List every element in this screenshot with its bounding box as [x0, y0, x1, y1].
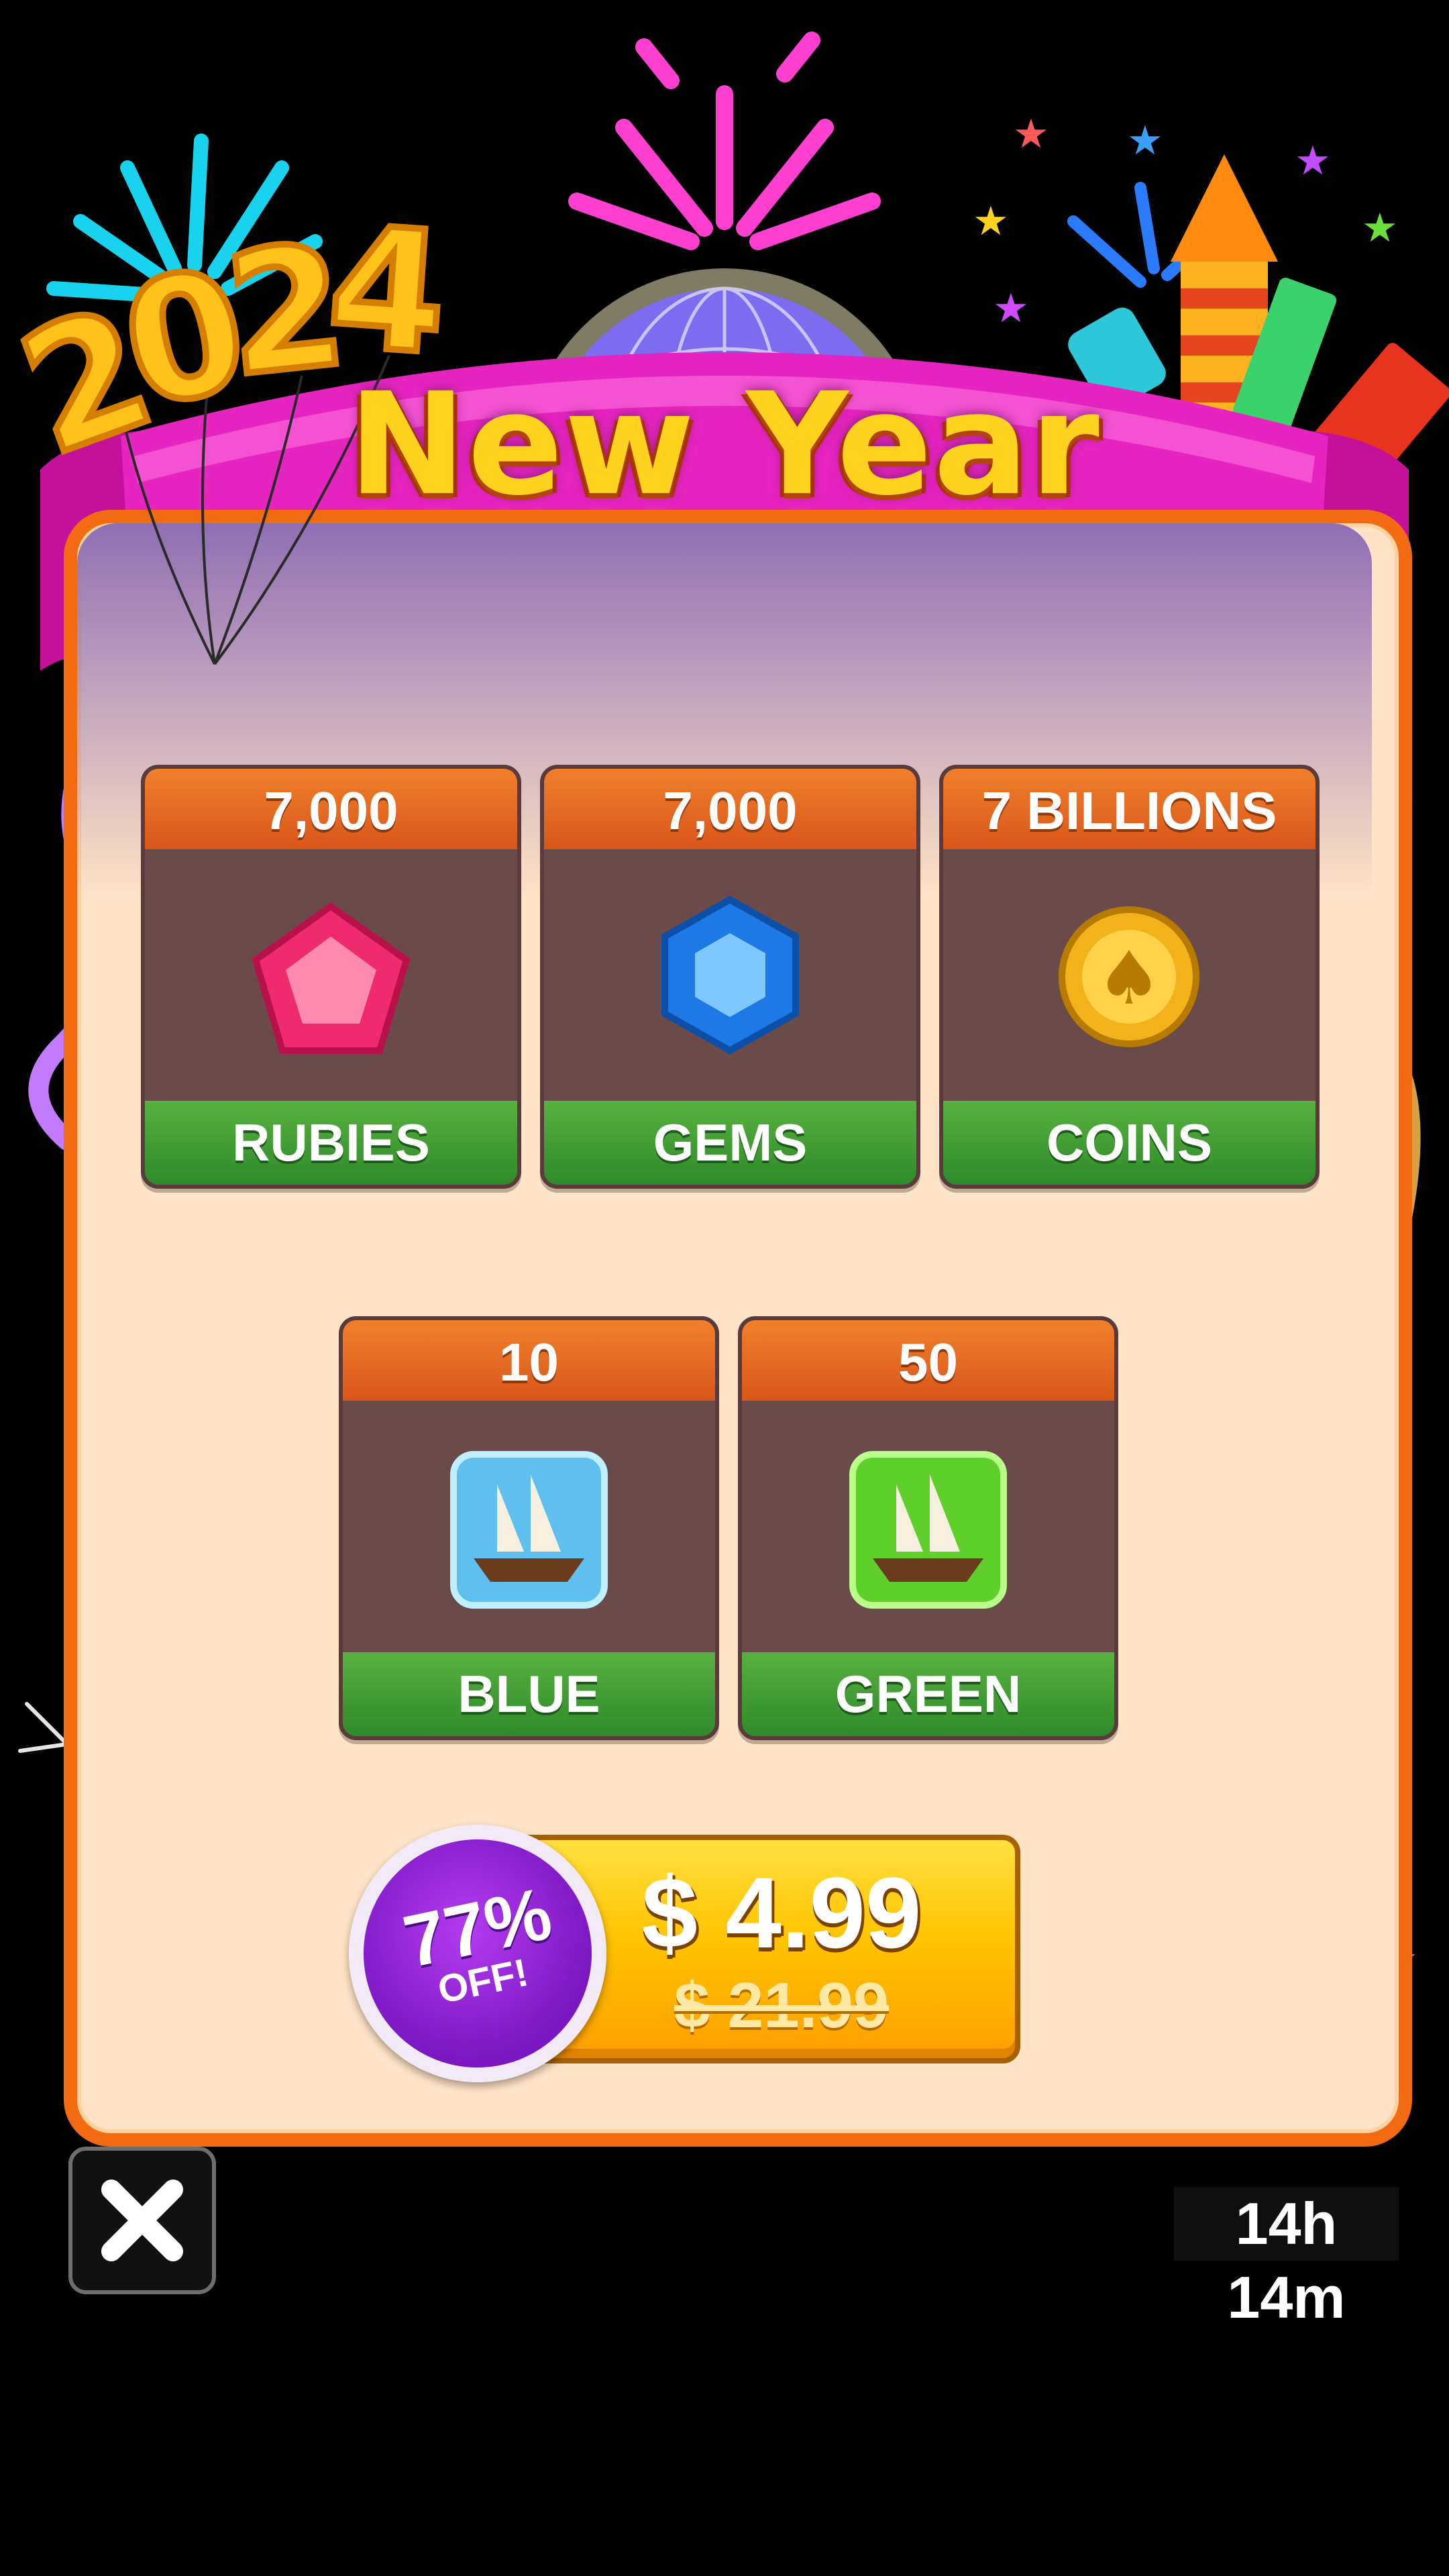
svg-text:★: ★: [973, 198, 1009, 245]
svg-text:★: ★: [993, 285, 1029, 332]
firework-magenta-icon: [568, 32, 881, 250]
svg-text:★: ★: [1362, 205, 1398, 252]
reward-card-coins: 7 BILLIONS ♠ COINS: [939, 765, 1320, 1189]
reward-label: RUBIES: [145, 1101, 517, 1185]
reward-card-rubies: 7,000 RUBIES: [141, 765, 521, 1189]
firework-blue-icon: [1067, 182, 1247, 288]
ruby-icon: [252, 902, 411, 1054]
reward-amount: 50: [742, 1320, 1114, 1401]
reward-label: GREEN GALLEON: [742, 1652, 1114, 1736]
reward-card-green-galleon: 50 GREEN GALLEON: [738, 1316, 1118, 1740]
green-galleon-icon: [849, 1451, 1007, 1609]
reward-amount: 7 BILLIONS: [943, 769, 1316, 849]
close-button[interactable]: [68, 2147, 216, 2294]
svg-text:♠: ♠: [1096, 935, 1163, 1021]
coin-icon: ♠: [1059, 906, 1199, 1047]
reward-amount: 7,000: [544, 769, 916, 849]
reward-label: COINS: [943, 1101, 1316, 1185]
close-icon: [101, 2180, 183, 2261]
svg-text:★: ★: [1127, 117, 1163, 164]
blue-galleon-icon: [450, 1451, 608, 1609]
reward-card-gems: 7,000 GEMS: [540, 765, 920, 1189]
svg-text:★: ★: [1295, 138, 1331, 184]
reward-card-blue-galleon: 10 BLUE GALLEON: [339, 1316, 719, 1740]
reward-amount: 10: [343, 1320, 715, 1401]
reward-label: BLUE GALLEON: [343, 1652, 715, 1736]
offer-old-price: $ 21.99: [674, 1970, 890, 2041]
reward-label: GEMS: [544, 1101, 916, 1185]
banner-title: New Year: [348, 362, 1101, 527]
gem-icon: [661, 896, 799, 1055]
reward-amount: 7,000: [145, 769, 517, 849]
offer-price: $ 4.99: [641, 1856, 922, 1969]
offer-timer: 14h 14m: [1174, 2187, 1399, 2330]
svg-text:★: ★: [1013, 111, 1049, 158]
